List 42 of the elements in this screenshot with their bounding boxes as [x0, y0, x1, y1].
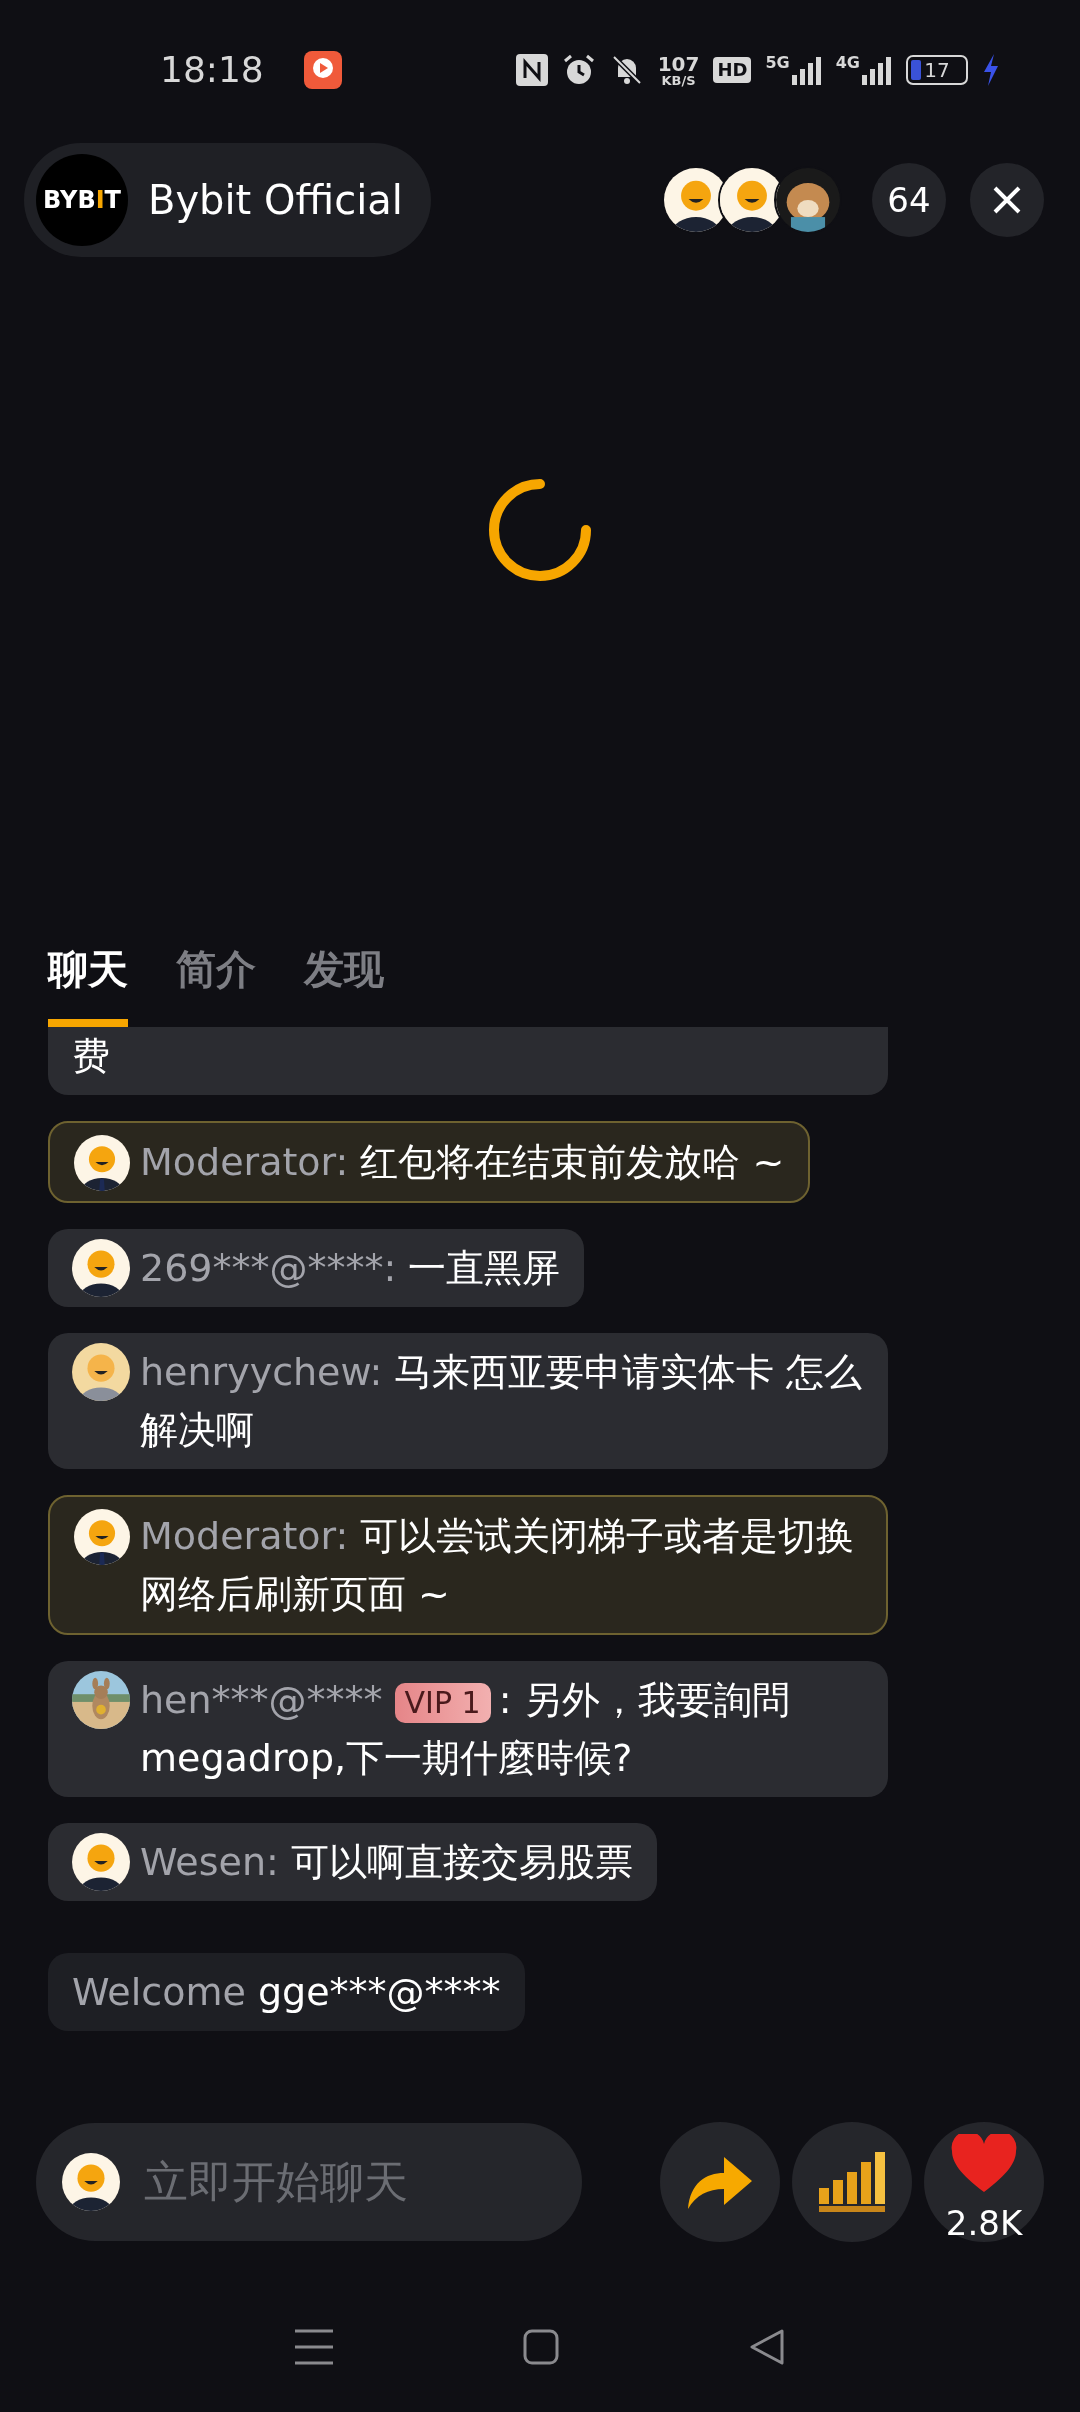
message-text: Welcome gge***@**** [72, 1970, 501, 2014]
home-icon[interactable] [523, 2329, 559, 2365]
avatar-icon [74, 1509, 130, 1565]
tab[interactable]: 发现 [304, 939, 384, 1027]
input-field[interactable]: 立即开始聊天 [144, 2149, 564, 2215]
message-text: 269***@****: 一直黑屏 [140, 1245, 561, 1292]
avatar-icon [74, 1135, 130, 1191]
heart-icon [950, 2134, 1018, 2194]
chat-input[interactable]: 立即开始聊天 [36, 2123, 582, 2241]
avatar-icon [72, 1239, 130, 1297]
battery-indicator: 17 [906, 55, 968, 85]
nfc-icon [515, 54, 548, 86]
avatar-icon [62, 2153, 120, 2211]
back-icon[interactable] [749, 2329, 785, 2365]
avatar-icon [72, 1343, 130, 1401]
app-icon [303, 51, 342, 89]
close-icon [992, 185, 1022, 215]
avatar-icon [72, 1833, 130, 1891]
channel-logo: BYBIT [36, 154, 128, 246]
viewer-count: 64 [872, 163, 946, 237]
bar-chart-icon [817, 2150, 887, 2214]
network-label: 5G [765, 55, 790, 71]
charging-icon [982, 54, 1000, 86]
hd-badge: HD [713, 57, 752, 83]
message-text: Wesen: 可以啊直接交易股票 [140, 1839, 633, 1886]
network-label: 4G [835, 55, 860, 71]
channel-title: Bybit Official [148, 176, 403, 225]
speed-value: 107 [657, 53, 700, 74]
menu-icon[interactable] [295, 2329, 333, 2365]
signal-icon [862, 55, 892, 85]
speed-unit: KB/S [661, 73, 696, 87]
tab[interactable]: 简介 [176, 939, 256, 1027]
message-text: henryychew: 马来西亚要申请实体卡 怎么解决啊 [140, 1349, 864, 1454]
message-text: Moderator: 可以尝试关闭梯子或者是切换网络后刷新页面 ~ [140, 1513, 856, 1618]
message-text: Moderator: 红包将在结束前发放哈 ~ [140, 1139, 785, 1186]
message-text: hen***@**** VIP 1 : 另外，我要詢問 megadrop,下一期什麼時候? [140, 1677, 791, 1782]
message-text: 费 [72, 1034, 110, 1078]
clock: 18:18 [160, 48, 264, 92]
signal-icon [791, 55, 822, 85]
alarm-icon [561, 53, 596, 87]
like-button[interactable]: 2.8K [924, 2122, 1044, 2242]
channel-pill[interactable]: BYBIT Bybit Official [24, 143, 431, 257]
